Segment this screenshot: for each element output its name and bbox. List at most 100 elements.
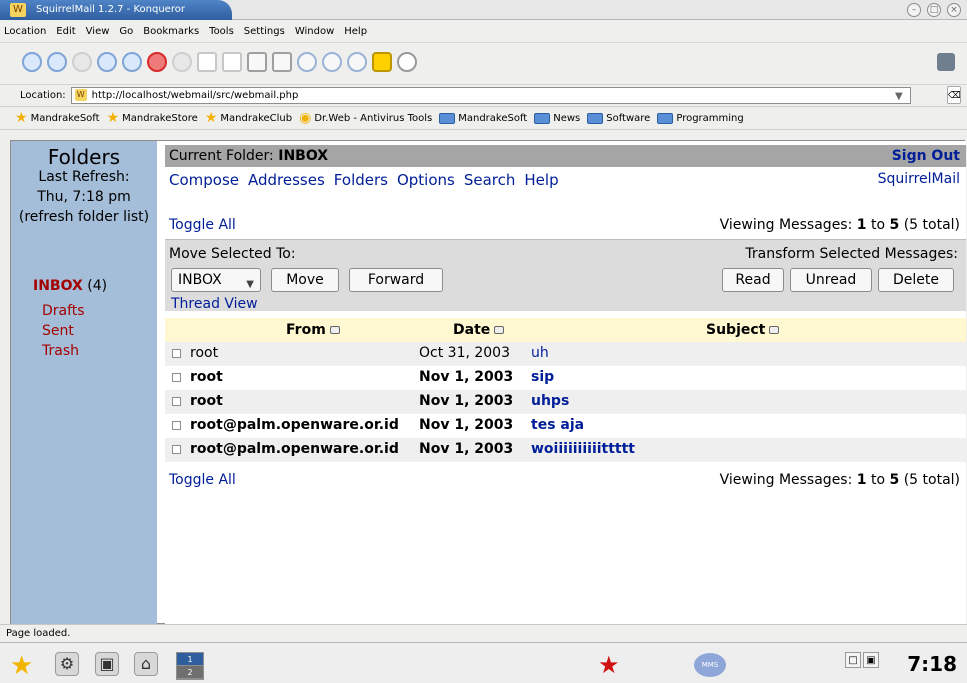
sign-out-link[interactable]: Sign Out <box>892 145 960 167</box>
copy-icon[interactable] <box>197 52 217 72</box>
display-icon[interactable]: ▣ <box>863 652 879 668</box>
pager-desktop-2[interactable]: 2 <box>177 666 203 679</box>
bookmark-mandrakeclub[interactable]: ★ MandrakeClub <box>205 111 292 125</box>
mms-icon[interactable]: MMS <box>694 653 726 677</box>
message-subject-link[interactable]: uhps <box>531 393 569 409</box>
menu-settings[interactable]: Settings <box>244 26 285 37</box>
bookmark-drweb[interactable]: ◉ Dr.Web - Antivirus Tools <box>299 111 432 125</box>
addresses-link[interactable]: Addresses <box>248 171 325 189</box>
subject-column-header[interactable]: Subject <box>706 322 780 338</box>
message-date: Nov 1, 2003 <box>419 393 514 409</box>
refresh-folder-link[interactable]: (refresh folder list) <box>11 207 157 227</box>
star-icon: ★ <box>106 110 120 126</box>
bookmark-folder-software[interactable]: Software <box>587 112 650 124</box>
message-subject-link[interactable]: uh <box>531 345 549 361</box>
delete-button[interactable]: Delete <box>878 268 954 292</box>
message-date: Oct 31, 2003 <box>419 345 510 361</box>
folder-icon <box>534 112 551 124</box>
sort-icon[interactable] <box>329 326 340 334</box>
bookmark-mandrakestore[interactable]: ★ MandrakeStore <box>107 111 198 125</box>
bookmark-folder-programming[interactable]: Programming <box>657 112 744 124</box>
folder-sent[interactable]: Sent <box>42 321 74 341</box>
message-subject-link[interactable]: tes aja <box>531 417 584 433</box>
menu-bookmarks[interactable]: Bookmarks <box>143 26 199 37</box>
back-arrow-icon[interactable] <box>47 52 67 72</box>
forward-arrow-icon[interactable] <box>72 52 92 72</box>
read-button[interactable]: Read <box>722 268 784 292</box>
location-label: Location: <box>20 90 66 101</box>
menu-go[interactable]: Go <box>119 26 133 37</box>
clipboard-icon[interactable]: □ <box>845 652 861 668</box>
message-subject-link[interactable]: woiiiiiiiiiittttt <box>531 441 635 457</box>
menu-help[interactable]: Help <box>344 26 367 37</box>
pager-desktop-1[interactable]: 1 <box>177 653 203 666</box>
home-icon[interactable]: ⌂ <box>134 652 158 676</box>
table-row[interactable]: root@palm.openware.or.id Nov 1, 2003 tes… <box>165 414 966 438</box>
zoom-out-icon[interactable] <box>322 52 342 72</box>
move-button[interactable]: Move <box>271 268 339 292</box>
move-folder-select[interactable]: INBOX ▼ <box>171 268 261 292</box>
toggle-all-link[interactable]: Toggle All <box>169 217 236 233</box>
zoom-in-icon[interactable] <box>297 52 317 72</box>
message-checkbox[interactable] <box>172 445 181 454</box>
squirrelmail-link[interactable]: SquirrelMail <box>878 171 960 187</box>
security-icon[interactable] <box>397 52 417 72</box>
menu-edit[interactable]: Edit <box>56 26 75 37</box>
table-row[interactable]: root@palm.openware.or.id Nov 1, 2003 woi… <box>165 438 966 462</box>
thread-view-link[interactable]: Thread View <box>171 296 258 312</box>
bookmark-folder-news[interactable]: News <box>534 112 580 124</box>
paste-icon[interactable] <box>222 52 242 72</box>
sort-icon[interactable] <box>769 326 780 334</box>
compose-link[interactable]: Compose <box>169 171 239 189</box>
folder-inbox[interactable]: INBOX (4) <box>33 278 107 294</box>
message-checkbox[interactable] <box>172 373 181 382</box>
options-link[interactable]: Options <box>397 171 455 189</box>
help-link[interactable]: Help <box>524 171 558 189</box>
folder-icon <box>439 112 456 124</box>
table-row[interactable]: root Oct 31, 2003 uh <box>165 342 966 366</box>
message-checkbox[interactable] <box>172 349 181 358</box>
cut-icon[interactable] <box>172 52 192 72</box>
print-icon[interactable] <box>247 52 267 72</box>
bookmark-mandrakesoft[interactable]: ★ MandrakeSoft <box>15 111 100 125</box>
from-column-header[interactable]: From <box>286 322 340 338</box>
zoom-original-icon[interactable] <box>347 52 367 72</box>
menu-window[interactable]: Window <box>295 26 334 37</box>
message-checkbox[interactable] <box>172 397 181 406</box>
search-link[interactable]: Search <box>464 171 516 189</box>
table-row[interactable]: root Nov 1, 2003 sip <box>165 366 966 390</box>
minimize-icon[interactable]: – <box>907 3 921 17</box>
settings-icon[interactable]: ⚙ <box>55 652 79 676</box>
unread-button[interactable]: Unread <box>790 268 872 292</box>
sort-icon[interactable] <box>494 326 505 334</box>
clear-location-button[interactable]: ⌫ <box>947 86 961 104</box>
chevron-down-icon[interactable]: ▼ <box>895 89 903 104</box>
start-star-icon[interactable]: ★ <box>10 651 33 681</box>
menu-view[interactable]: View <box>86 26 110 37</box>
terminal-icon[interactable]: ▣ <box>95 652 119 676</box>
folder-drafts[interactable]: Drafts <box>42 301 85 321</box>
print-frame-icon[interactable] <box>272 52 292 72</box>
menu-location[interactable]: Location <box>4 26 46 37</box>
toggle-all-link-bottom[interactable]: Toggle All <box>169 472 236 488</box>
message-subject-link[interactable]: sip <box>531 369 554 385</box>
message-checkbox[interactable] <box>172 421 181 430</box>
home-icon[interactable] <box>97 52 117 72</box>
reload-icon[interactable] <box>122 52 142 72</box>
konqueror-app-icon: W <box>10 3 26 17</box>
table-row[interactable]: root Nov 1, 2003 uhps <box>165 390 966 414</box>
url-input[interactable]: W http://localhost/webmail/src/webmail.p… <box>70 87 911 104</box>
mandrake-star-icon[interactable]: ★ <box>598 651 620 679</box>
menu-tools[interactable]: Tools <box>209 26 234 37</box>
folders-link[interactable]: Folders <box>334 171 388 189</box>
bookmark-folder-mandrakesoft[interactable]: MandrakeSoft <box>439 112 527 124</box>
close-icon[interactable]: × <box>947 3 961 17</box>
lock-icon[interactable] <box>372 52 392 72</box>
maximize-icon[interactable]: □ <box>927 3 941 17</box>
forward-button[interactable]: Forward <box>349 268 443 292</box>
date-column-header[interactable]: Date <box>453 322 505 338</box>
folder-trash[interactable]: Trash <box>42 341 79 361</box>
up-arrow-icon[interactable] <box>22 52 42 72</box>
desktop-pager[interactable]: 1 2 <box>176 652 204 680</box>
stop-icon[interactable] <box>147 52 167 72</box>
